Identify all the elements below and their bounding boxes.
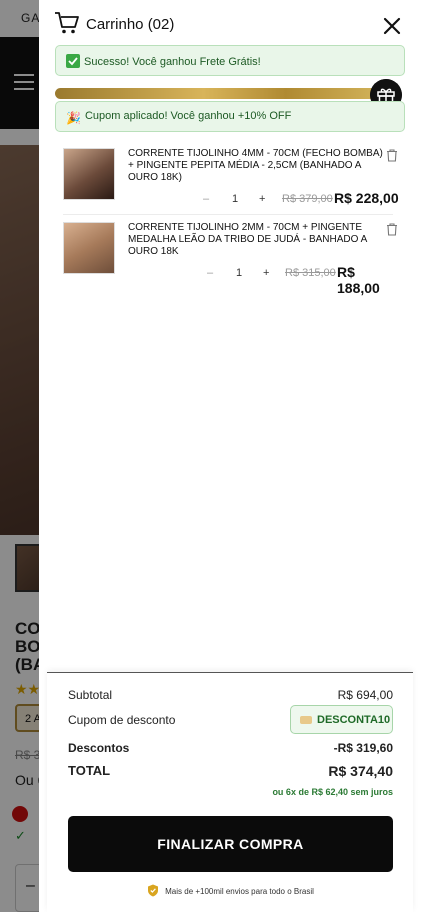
- coupon-applied-text: Cupom aplicado! Você ganhou +10% OFF: [84, 110, 292, 122]
- installments-text: ou 6x de R$ 62,40 sem juros: [272, 787, 393, 797]
- trust-badge: Mais de +100mil envios para todo o Brasi…: [68, 884, 393, 897]
- trust-text: Mais de +100mil envios para todo o Brasi…: [165, 887, 314, 896]
- coupon-code-chip[interactable]: DESCONTA10: [290, 705, 393, 734]
- item-name[interactable]: CORRENTE TIJOLINHO 2MM - 70CM + PINGENTE…: [128, 222, 384, 258]
- item-name[interactable]: CORRENTE TIJOLINHO 4MM - 70CM (FECHO BOM…: [128, 148, 384, 184]
- coupon-icon: [300, 716, 312, 724]
- item-image[interactable]: [63, 148, 115, 200]
- total-value: R$ 374,40: [328, 763, 393, 779]
- qty-value: 1: [236, 267, 243, 279]
- coupon-applied-alert: 🎉 Cupom aplicado! Você ganhou +10% OFF: [55, 101, 405, 132]
- check-icon: [66, 54, 80, 68]
- item-price: R$ 228,00: [334, 190, 399, 206]
- cart-drawer: Carrinho (02) Sucesso! Você ganhou Frete…: [39, 0, 421, 912]
- subtotal-value: R$ 694,00: [337, 688, 393, 702]
- cart-item: CORRENTE TIJOLINHO 2MM - 70CM + PINGENTE…: [55, 220, 401, 296]
- qty-increase-button[interactable]: +: [259, 193, 265, 205]
- total-row: TOTAL R$ 374,40: [68, 763, 393, 779]
- cart-icon: [55, 12, 79, 34]
- cart-title: Carrinho (02): [86, 16, 175, 33]
- shield-icon: [148, 884, 159, 897]
- item-old-price: R$ 315,00: [285, 267, 336, 279]
- item-image[interactable]: [63, 222, 115, 274]
- item-price: R$ 188,00: [337, 264, 380, 296]
- item-old-price: R$ 379,00: [282, 193, 333, 205]
- coupon-row: Cupom de desconto DESCONTA10: [68, 705, 393, 734]
- subtotal-row: Subtotal R$ 694,00: [68, 688, 393, 702]
- cart-header: Carrinho (02): [39, 0, 421, 48]
- free-shipping-text: Sucesso! Você ganhou Frete Grátis!: [84, 56, 261, 68]
- party-icon: 🎉: [66, 111, 81, 125]
- close-icon[interactable]: [383, 17, 401, 35]
- trash-icon[interactable]: [386, 223, 398, 236]
- qty-value: 1: [232, 193, 239, 205]
- trash-icon[interactable]: [386, 149, 398, 162]
- checkout-button[interactable]: FINALIZAR COMPRA: [68, 816, 393, 872]
- qty-increase-button[interactable]: +: [263, 267, 269, 279]
- subtotal-label: Subtotal: [68, 688, 113, 702]
- cart-summary: Subtotal R$ 694,00 Cupom de desconto DES…: [47, 672, 413, 912]
- qty-decrease-button[interactable]: –: [203, 193, 209, 205]
- coupon-code: DESCONTA10: [317, 714, 391, 726]
- discounts-row: Descontos -R$ 319,60: [68, 741, 393, 755]
- cart-item: CORRENTE TIJOLINHO 4MM - 70CM (FECHO BOM…: [55, 146, 401, 210]
- qty-decrease-button[interactable]: –: [207, 267, 213, 279]
- free-shipping-alert: Sucesso! Você ganhou Frete Grátis!: [55, 45, 405, 76]
- discounts-label: Descontos: [68, 741, 130, 755]
- coupon-label: Cupom de desconto: [68, 713, 176, 727]
- total-label: TOTAL: [68, 763, 111, 778]
- discounts-value: -R$ 319,60: [333, 741, 393, 755]
- item-divider: [63, 214, 393, 215]
- reward-progress-bar: [55, 88, 385, 99]
